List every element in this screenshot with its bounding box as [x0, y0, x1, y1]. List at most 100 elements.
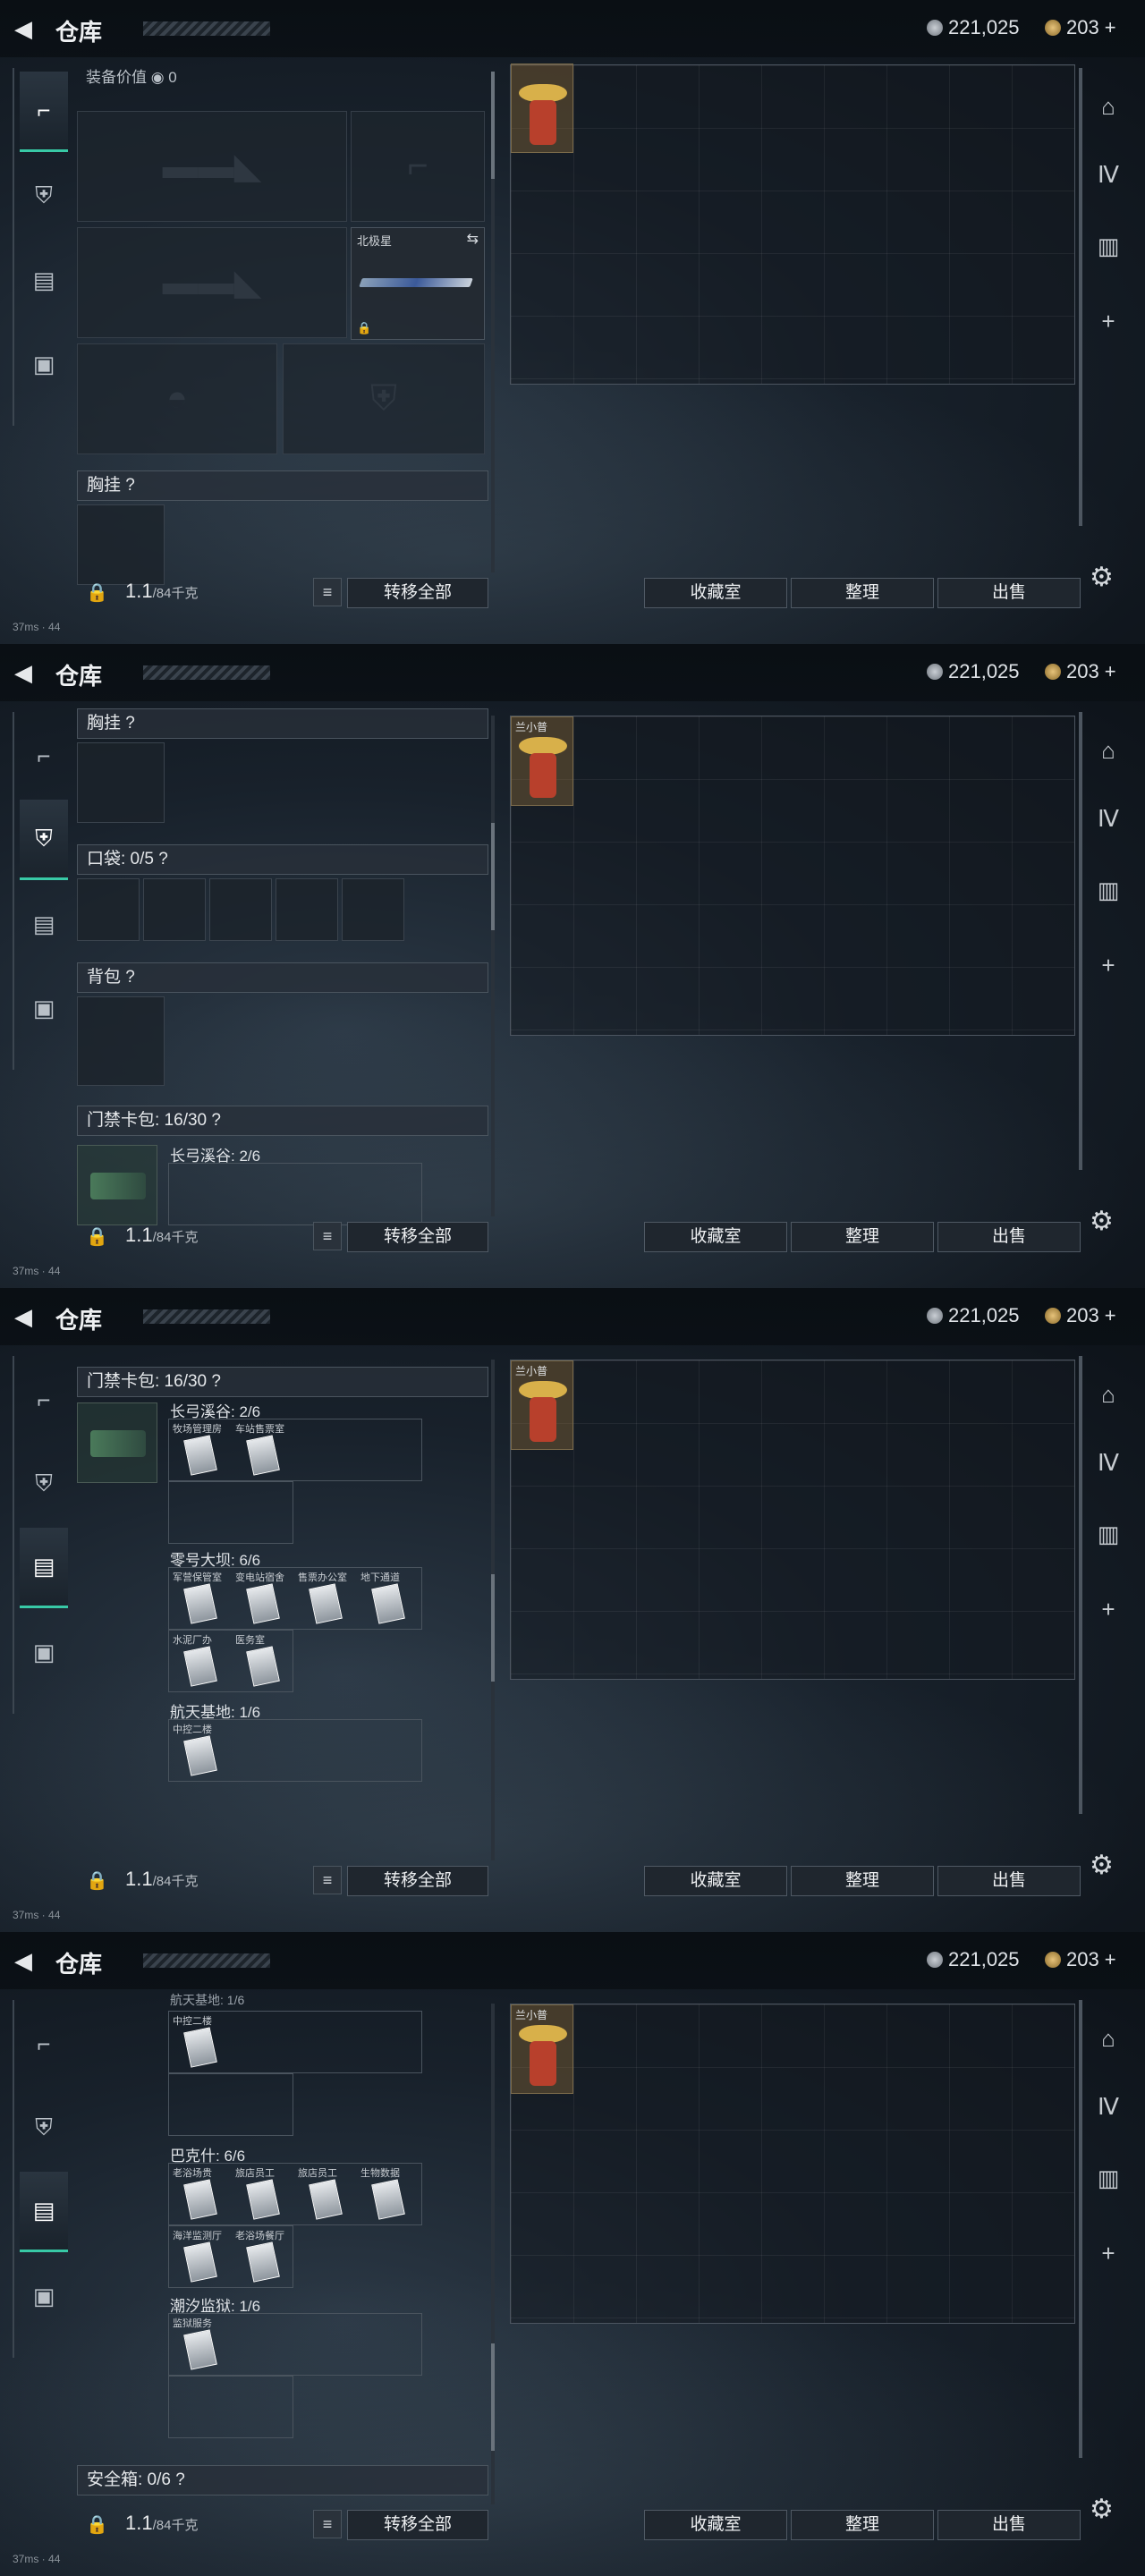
level-icon[interactable]: Ⅳ	[1086, 2084, 1131, 2129]
keycard[interactable]: 医务室	[233, 1632, 293, 1691]
add-tab-icon[interactable]: +	[1086, 943, 1131, 987]
pocket-slot[interactable]	[143, 878, 206, 941]
chest-rig-slot[interactable]	[77, 742, 165, 823]
keycard[interactable]: 军营保管室	[171, 1570, 230, 1629]
nav-armor[interactable]: ⛨	[20, 2088, 68, 2168]
right-scrollbar[interactable]	[1079, 68, 1082, 526]
keycard[interactable]: 地下通道	[359, 1570, 418, 1629]
sell-button[interactable]: 出售	[937, 2510, 1081, 2540]
keycard[interactable]: 海洋监测厅	[171, 2228, 230, 2287]
keycard[interactable]: 水泥厂办	[171, 1632, 230, 1691]
backpack-slot[interactable]	[77, 996, 165, 1086]
add-currency-icon[interactable]: +	[1105, 16, 1116, 39]
secondary-weapon-slot[interactable]: ▬▬◣	[77, 227, 347, 338]
primary-weapon-slot[interactable]: ▬▬◣	[77, 111, 347, 222]
help-icon[interactable]: ?	[211, 1372, 221, 1391]
keycard[interactable]: 老浴场餐厅	[233, 2228, 293, 2287]
storage-icon[interactable]: ⌂	[1086, 2016, 1131, 2061]
storage-icon[interactable]: ⌂	[1086, 84, 1131, 129]
swap-icon[interactable]: ⇆	[467, 230, 479, 248]
nav-cases[interactable]: ▣	[20, 1612, 68, 1692]
nav-cases[interactable]: ▣	[20, 968, 68, 1048]
keycard[interactable]: 售票办公室	[296, 1570, 355, 1629]
currency-gold[interactable]: 203 +	[1045, 660, 1116, 683]
right-scrollbar[interactable]	[1079, 712, 1082, 1170]
scrollbar[interactable]	[491, 2004, 495, 2504]
sort-button[interactable]: 整理	[791, 2510, 934, 2540]
help-icon[interactable]: ?	[158, 850, 168, 869]
keycard[interactable]: 老浴场贵	[171, 2165, 230, 2224]
keycard[interactable]: 中控二楼	[171, 1722, 230, 1781]
collection-button[interactable]: 收藏室	[644, 1866, 787, 1896]
keycard-case[interactable]	[77, 1402, 157, 1483]
storage-icon[interactable]: ⌂	[1086, 1372, 1131, 1417]
add-currency-icon[interactable]: +	[1105, 1948, 1116, 1971]
nav-cases[interactable]: ▣	[20, 2256, 68, 2336]
helmet-slot[interactable]: ◓	[77, 343, 277, 454]
transfer-all-button[interactable]: 转移全部	[347, 1222, 488, 1252]
scroll-thumb[interactable]	[491, 823, 495, 930]
back-icon[interactable]: ◀	[14, 1304, 39, 1329]
nav-backpack[interactable]: ▤	[20, 1528, 68, 1608]
stash-grid[interactable]: 兰小普	[510, 1360, 1075, 1680]
nav-armor[interactable]: ⛨	[20, 156, 68, 236]
keycard[interactable]: 变电站宿舍	[233, 1570, 293, 1629]
stash-grid[interactable]: 兰小普	[510, 716, 1075, 1036]
currency-gold[interactable]: 203 +	[1045, 1304, 1116, 1327]
keycard[interactable]: 生物数据	[359, 2165, 418, 2224]
level-icon[interactable]: Ⅳ	[1086, 796, 1131, 841]
keycard-case[interactable]	[77, 1145, 157, 1225]
stash-item[interactable]	[511, 64, 573, 153]
nav-armor[interactable]: ⛨	[20, 800, 68, 880]
scroll-thumb[interactable]	[491, 1574, 495, 1682]
stash-grid[interactable]	[510, 64, 1075, 385]
sell-button[interactable]: 出售	[937, 578, 1081, 608]
sell-button[interactable]: 出售	[937, 1866, 1081, 1896]
nav-backpack[interactable]: ▤	[20, 2172, 68, 2252]
transfer-all-button[interactable]: 转移全部	[347, 1866, 488, 1896]
right-scrollbar[interactable]	[1079, 1356, 1082, 1814]
pocket-slot[interactable]	[209, 878, 272, 941]
stash-item[interactable]: 兰小普	[511, 2004, 573, 2094]
stash-tab-icon[interactable]: ▥	[1086, 224, 1131, 268]
keycard[interactable]: 旅店员工	[233, 2165, 293, 2224]
help-icon[interactable]: ?	[175, 2470, 185, 2489]
collection-button[interactable]: 收藏室	[644, 578, 787, 608]
keycard[interactable]: 旅店员工	[296, 2165, 355, 2224]
sort-button[interactable]: 整理	[791, 1866, 934, 1896]
melee-slot[interactable]: 北极星 ⇆ 🔒	[351, 227, 485, 340]
scroll-thumb[interactable]	[491, 72, 495, 179]
collection-button[interactable]: 收藏室	[644, 2510, 787, 2540]
help-icon[interactable]: ?	[125, 714, 135, 733]
collection-button[interactable]: 收藏室	[644, 1222, 787, 1252]
transfer-all-button[interactable]: 转移全部	[347, 578, 488, 608]
help-icon[interactable]: ?	[211, 1111, 221, 1130]
stash-grid[interactable]: 兰小普	[510, 2004, 1075, 2324]
nav-weapons[interactable]: ⌐	[20, 2004, 68, 2084]
nav-weapons[interactable]: ⌐	[20, 72, 68, 152]
storage-icon[interactable]: ⌂	[1086, 728, 1131, 773]
sort-button[interactable]: 整理	[791, 1222, 934, 1252]
keycard[interactable]: 车站售票室	[233, 1421, 293, 1480]
level-icon[interactable]: Ⅳ	[1086, 1440, 1131, 1485]
pocket-slot[interactable]	[77, 878, 140, 941]
list-icon[interactable]: ≡	[313, 578, 342, 606]
sell-button[interactable]: 出售	[937, 1222, 1081, 1252]
scroll-thumb[interactable]	[491, 2343, 495, 2451]
right-scrollbar[interactable]	[1079, 2000, 1082, 2458]
scrollbar[interactable]	[491, 716, 495, 1216]
stash-item[interactable]: 兰小普	[511, 1360, 573, 1450]
nav-weapons[interactable]: ⌐	[20, 716, 68, 796]
sort-button[interactable]: 整理	[791, 578, 934, 608]
pocket-slot[interactable]	[342, 878, 404, 941]
stash-tab-icon[interactable]: ▥	[1086, 1512, 1131, 1556]
back-icon[interactable]: ◀	[14, 16, 39, 41]
add-currency-icon[interactable]: +	[1105, 1304, 1116, 1327]
stash-tab-icon[interactable]: ▥	[1086, 868, 1131, 912]
nav-weapons[interactable]: ⌐	[20, 1360, 68, 1440]
back-icon[interactable]: ◀	[14, 660, 39, 685]
pocket-slot[interactable]	[276, 878, 338, 941]
add-tab-icon[interactable]: +	[1086, 299, 1131, 343]
nav-armor[interactable]: ⛨	[20, 1444, 68, 1524]
currency-gold[interactable]: 203 +	[1045, 16, 1116, 39]
